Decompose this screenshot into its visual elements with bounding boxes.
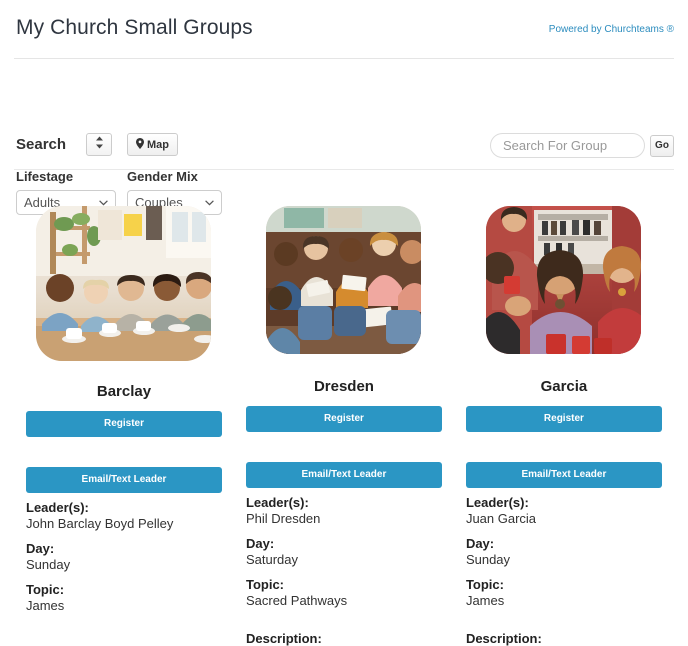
group-photo-cafe-table (36, 206, 212, 361)
topic-value: James (465, 593, 505, 608)
search-label: Search (16, 136, 67, 153)
day-value: Sunday (26, 557, 71, 572)
powered-by-link[interactable]: Powered by Churchteams ® (549, 24, 674, 35)
email-text-leader-button[interactable]: Email/Text Leader (26, 467, 222, 493)
register-button[interactable]: Register (26, 411, 222, 437)
map-button[interactable]: Map (127, 133, 178, 156)
group-cards-row: Barclay Register Email/Text Leader Leade… (14, 170, 674, 646)
group-photo-social-gathering (486, 206, 642, 354)
page-header: My Church Small Groups Powered by Church… (14, 0, 674, 59)
register-button[interactable]: Register (465, 406, 662, 432)
go-button[interactable]: Go (650, 134, 674, 157)
group-name: Garcia (540, 378, 588, 395)
map-button-label: Map (147, 138, 169, 151)
leaders-value: Juan Garcia (465, 511, 537, 526)
day-label: Day: (245, 536, 275, 551)
group-card: Barclay Register Email/Text Leader Leade… (14, 206, 234, 614)
day-label: Day: (465, 536, 495, 551)
email-text-leader-button[interactable]: Email/Text Leader (465, 462, 662, 488)
topic-value: Sacred Pathways (245, 593, 348, 608)
leaders-label: Leader(s): (245, 495, 309, 510)
topic-value: James (26, 598, 65, 613)
search-input[interactable] (490, 133, 645, 158)
leaders-value: Phil Dresden (245, 511, 321, 526)
map-pin-icon (136, 137, 144, 152)
leaders-value: John Barclay Boyd Pelley (26, 516, 174, 531)
topic-label: Topic: (465, 577, 504, 592)
group-card: Garcia Register Email/Text Leader Leader… (454, 206, 674, 646)
register-button[interactable]: Register (245, 406, 442, 432)
topic-label: Topic: (245, 577, 284, 592)
day-value: Sunday (465, 552, 511, 567)
group-search-area: Go (490, 133, 674, 158)
filter-bar: Search Map Lifestage Adults Gender Mix C… (14, 59, 674, 215)
topic-label: Topic: (26, 582, 65, 597)
page-title: My Church Small Groups (16, 16, 253, 39)
day-label: Day: (26, 541, 55, 556)
group-card: Dresden Register Email/Text Leader Leade… (234, 206, 454, 646)
group-name: Dresden (313, 378, 374, 395)
group-photo-bible-study-couch (266, 206, 422, 354)
leaders-label: Leader(s): (26, 500, 89, 515)
group-name: Barclay (96, 383, 152, 400)
sort-updown-icon (95, 136, 104, 154)
leaders-label: Leader(s): (465, 495, 529, 510)
sort-toggle-button[interactable] (86, 133, 112, 156)
email-text-leader-button[interactable]: Email/Text Leader (245, 462, 442, 488)
day-value: Saturday (245, 552, 299, 567)
